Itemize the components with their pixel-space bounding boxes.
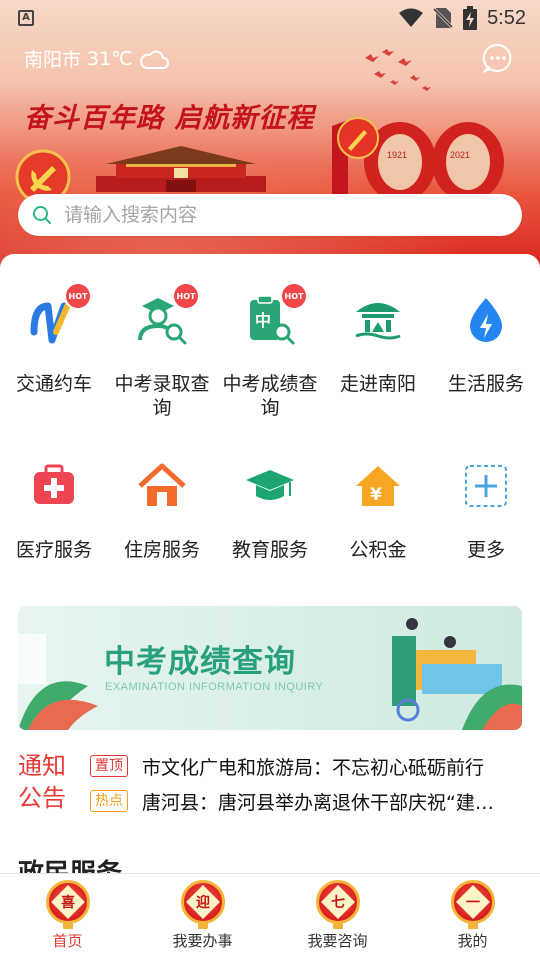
battery-charging-icon: [463, 6, 478, 30]
notice-text[interactable]: 唐河县：唐河县举办离退休干部庆祝“建党100周年”活动: [142, 788, 502, 815]
nav-label: 首页: [52, 932, 83, 950]
nav-label: 我的: [457, 932, 488, 950]
notice-heading[interactable]: 通知公告: [18, 750, 78, 814]
service-housing[interactable]: 住房服务: [108, 454, 216, 562]
score-search-icon: 中 HOT: [238, 282, 308, 352]
banner-slogan: 奋斗百年路 启航新征程: [24, 103, 315, 134]
transport-icon: HOT: [22, 282, 92, 352]
plus-icon: [454, 454, 518, 518]
service-more[interactable]: 更多: [432, 454, 540, 562]
promo-banner-score-query[interactable]: 中考成绩查询 EXAMINATION INFORMATION INQUIRY: [18, 606, 522, 730]
hot-badge: HOT: [280, 282, 308, 310]
header-banner: A 5:52 南阳市 31℃ 奋斗百年路 启航新征程 1921 2021 请输入…: [0, 0, 540, 275]
lantern-icon: 一: [450, 880, 495, 929]
search-bar[interactable]: [18, 194, 522, 236]
centenary-100-emblem: [332, 117, 504, 202]
svg-text:¥: ¥: [370, 485, 382, 505]
lightning-drop-icon: [454, 288, 518, 352]
nav-services[interactable]: 迎 我要办事: [135, 874, 270, 960]
service-life[interactable]: 生活服务: [432, 288, 540, 420]
nav-home[interactable]: 喜 首页: [0, 874, 135, 960]
service-label: 交通约车: [15, 373, 92, 395]
lantern-glyph: 一: [465, 895, 480, 911]
service-medical[interactable]: 医疗服务: [0, 454, 108, 562]
service-provident-fund[interactable]: ¥ 公积金: [324, 454, 432, 562]
year-1921: 1921: [387, 150, 408, 160]
nav-consult[interactable]: 七 我要咨询: [270, 874, 405, 960]
service-transport[interactable]: HOT 交通约车: [0, 282, 108, 420]
cloud-icon: [139, 50, 169, 69]
promo-subtitle: EXAMINATION INFORMATION INQUIRY: [105, 681, 324, 693]
city-weather[interactable]: 南阳市 31℃: [24, 45, 169, 72]
clock: 5:52: [487, 6, 526, 29]
lantern-glyph: 迎: [195, 895, 210, 911]
service-label: 医疗服务: [15, 539, 92, 561]
service-label: 公积金: [349, 539, 407, 561]
graduation-cap-icon: [238, 454, 302, 518]
service-admission-query[interactable]: HOT 中考录取查询: [108, 282, 216, 420]
lantern-icon: 迎: [180, 880, 225, 929]
service-nanyang[interactable]: 走进南阳: [324, 288, 432, 420]
wifi-icon: [399, 8, 424, 27]
promo-title: 中考成绩查询: [104, 644, 296, 680]
app-notification-icon: A: [18, 10, 34, 26]
notice-item[interactable]: 热点 唐河县：唐河县举办离退休干部庆祝“建党100周年”活动: [90, 788, 522, 814]
leaf-decoration-left: [18, 634, 98, 730]
status-bar: A 5:52: [0, 0, 540, 36]
tiananmen-gate-illustration: [96, 146, 266, 192]
nav-label: 我要办事: [172, 932, 233, 950]
nav-mine[interactable]: 一 我的: [405, 874, 540, 960]
notice-board: 通知公告 置顶 市文化广电和旅游局：不忘初心砥砺前行 热点 唐河县：唐河县举办离…: [18, 750, 522, 822]
service-label: 走进南阳: [339, 373, 416, 395]
service-label: 中考录取查询: [114, 373, 210, 419]
lantern-glyph: 喜: [60, 895, 75, 911]
yuan-house-icon: ¥: [346, 454, 410, 518]
service-label: 教育服务: [231, 539, 308, 561]
service-label: 住房服务: [123, 539, 200, 561]
search-icon: [33, 206, 51, 224]
graduate-search-icon: HOT: [130, 282, 200, 352]
status-right: 5:52: [399, 6, 526, 30]
no-sim-icon: [433, 7, 454, 29]
year-2021: 2021: [450, 150, 471, 160]
notice-text[interactable]: 市文化广电和旅游局：不忘初心砥砺前行: [142, 753, 502, 780]
lantern-glyph: 七: [330, 895, 345, 911]
city-name[interactable]: 南阳市: [24, 45, 81, 72]
service-grid-row-2: 医疗服务 住房服务 教育服务 ¥ 公积金 更多: [0, 454, 540, 562]
hot-badge: HOT: [172, 282, 200, 310]
hot-badge: HOT: [64, 282, 92, 310]
pinned-tag: 置顶: [90, 755, 128, 777]
bottom-nav: 喜 首页 迎 我要办事 七 我要咨询 一 我的: [0, 873, 540, 960]
main-content: HOT 交通约车 HOT 中考录取查询 中 HOT 中考成绩查询 走进南阳 生活…: [0, 254, 540, 876]
service-label: 中考成绩查询: [222, 373, 318, 419]
service-label: 生活服务: [447, 373, 524, 395]
service-grid-row-1: HOT 交通约车 HOT 中考录取查询 中 HOT 中考成绩查询 走进南阳 生活…: [0, 282, 540, 420]
temperature: 31℃: [87, 47, 133, 70]
service-score-query[interactable]: 中 HOT 中考成绩查询: [216, 282, 324, 420]
hot-tag: 热点: [90, 790, 128, 812]
lantern-icon: 喜: [45, 880, 90, 929]
flying-birds-decoration: [365, 49, 431, 91]
service-education[interactable]: 教育服务: [216, 454, 324, 562]
search-input[interactable]: [64, 204, 494, 226]
notice-item[interactable]: 置顶 市文化广电和旅游局：不忘初心砥砺前行: [90, 753, 522, 779]
service-label: 更多: [466, 539, 505, 561]
nav-label: 我要咨询: [307, 932, 368, 950]
house-icon: [130, 454, 194, 518]
study-illustration: [392, 618, 522, 730]
medical-kit-icon: [22, 454, 86, 518]
svg-text:中: 中: [255, 311, 271, 330]
lantern-icon: 七: [315, 880, 360, 929]
landmark-icon: [346, 288, 410, 352]
chat-bubble-icon[interactable]: [482, 42, 514, 74]
